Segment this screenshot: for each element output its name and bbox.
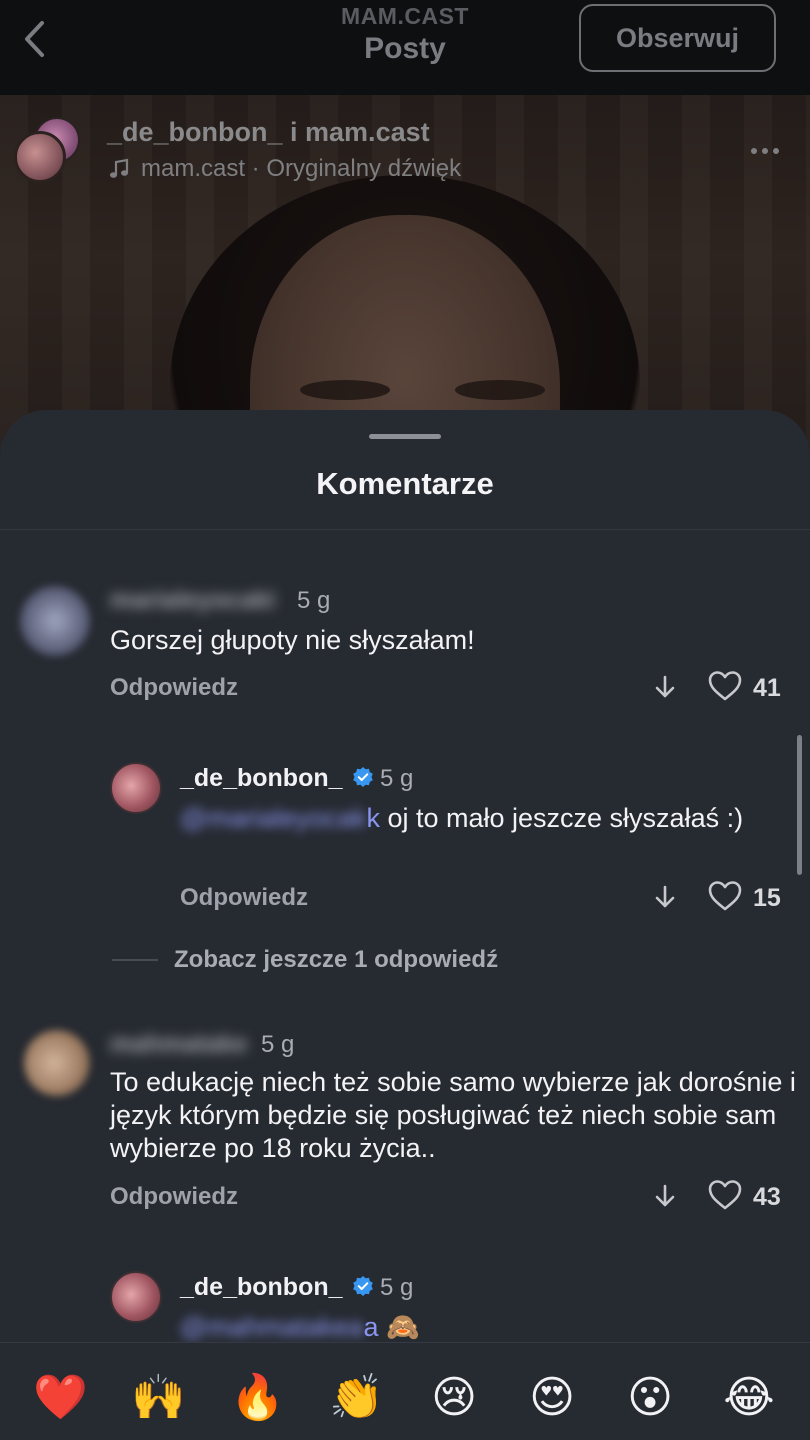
avatar[interactable] [110, 762, 162, 814]
view-more-replies[interactable]: Zobacz jeszcze 1 odpowiedź [112, 946, 498, 974]
reply-button[interactable]: Odpowiedz [110, 674, 238, 702]
avatar[interactable] [110, 1271, 162, 1323]
comment-text: To edukację niech też sobie samo wybierz… [110, 1067, 796, 1163]
view-more-replies-label: Zobacz jeszcze 1 odpowiedź [174, 946, 499, 973]
reply-age: 5 g [380, 765, 414, 792]
reply-text: @mahmatakeaa 🙈 [180, 1311, 790, 1344]
mention-link[interactable]: @mahmatakea [180, 1312, 364, 1342]
avatar[interactable] [20, 586, 90, 656]
audio-label: mam.cast · Oryginalny dźwięk [141, 155, 462, 182]
back-button[interactable] [14, 16, 54, 62]
comment-text: Gorszej głupoty nie słyszałam! [110, 625, 475, 655]
comments-sheet: Komentarze marialeyocaki 5 g Gorszej głu… [0, 410, 810, 1440]
like-count: 15 [753, 884, 781, 912]
reply-button[interactable]: Odpowiedz [180, 884, 308, 912]
sheet-title: Komentarze [316, 466, 494, 501]
emoji-fire[interactable]: 🔥 [230, 1371, 285, 1425]
comment-username[interactable]: mahmatake [110, 1030, 248, 1059]
emoji-raised-hands[interactable]: 🙌 [131, 1371, 186, 1425]
emoji-crying-face[interactable]: 😢 [427, 1371, 481, 1425]
reply-username[interactable]: _de_bonbon_ [180, 1273, 343, 1302]
emoji-tears-of-joy[interactable]: 😂 [722, 1371, 776, 1425]
author-a: _de_bonbon_ [107, 117, 283, 147]
mention-link-tail[interactable]: a [364, 1312, 379, 1342]
top-navigation-bar: MAM.CAST Posty Obserwuj [0, 0, 810, 95]
thread-line [112, 959, 158, 961]
comment-age: 5 g [261, 1031, 295, 1058]
reply-username[interactable]: _de_bonbon_ [180, 764, 343, 793]
emoji-reaction-bar: ❤️ 🙌 🔥 👏 😢 😍 😮 😂 [0, 1342, 810, 1440]
post-audio[interactable]: mam.cast · Oryginalny dźwięk [107, 155, 461, 183]
divider [0, 529, 810, 530]
more-options-button[interactable] [745, 139, 785, 163]
follow-button[interactable]: Obserwuj [579, 4, 776, 72]
reply-button[interactable]: Odpowiedz [110, 1183, 238, 1211]
post-meta: _de_bonbon_ i mam.cast mam.cast · Orygin… [0, 95, 810, 195]
like-count: 41 [753, 674, 781, 702]
dot-icon [762, 148, 768, 154]
mention-link-tail[interactable]: k [366, 803, 380, 833]
emoji-heart-eyes[interactable]: 😍 [525, 1371, 579, 1425]
dot-icon [773, 148, 779, 154]
reply-body: 🙈 [378, 1312, 420, 1342]
comment-username[interactable]: marialeyocaki [110, 586, 275, 615]
comment-age: 5 g [297, 587, 331, 614]
post-authors[interactable]: _de_bonbon_ i mam.cast [107, 117, 430, 148]
heart-outline-icon[interactable] [708, 880, 742, 912]
verified-badge-icon [353, 1276, 373, 1296]
music-note-icon [110, 158, 129, 178]
verified-badge-icon [353, 767, 373, 787]
arrow-down-icon[interactable] [652, 674, 678, 700]
avatar-de-bonbon [14, 131, 66, 183]
arrow-down-icon[interactable] [652, 884, 678, 910]
like-count: 43 [753, 1183, 781, 1211]
authors-joiner: i [282, 117, 306, 147]
heart-outline-icon[interactable] [708, 670, 742, 702]
mention-link[interactable]: @marialeyocak [180, 803, 366, 833]
emoji-clapping-hands[interactable]: 👏 [329, 1371, 384, 1425]
reply-body: oj to mało jeszcze słyszałaś :) [379, 803, 744, 833]
sheet-drag-handle[interactable] [369, 434, 441, 439]
chevron-left-icon [25, 21, 44, 57]
emoji-red-heart[interactable]: ❤️ [33, 1371, 88, 1425]
heart-outline-icon[interactable] [708, 1179, 742, 1211]
avatar[interactable] [24, 1030, 90, 1096]
dot-icon [751, 148, 757, 154]
scrollbar[interactable] [797, 735, 802, 875]
reply-age: 5 g [380, 1274, 414, 1301]
author-b: mam.cast [305, 117, 430, 147]
reply-text: @marialeyocakk oj to mało jeszcze słysza… [180, 802, 790, 835]
collab-avatars[interactable] [14, 117, 80, 183]
arrow-down-icon[interactable] [652, 1183, 678, 1209]
emoji-surprised-face[interactable]: 😮 [623, 1371, 677, 1425]
